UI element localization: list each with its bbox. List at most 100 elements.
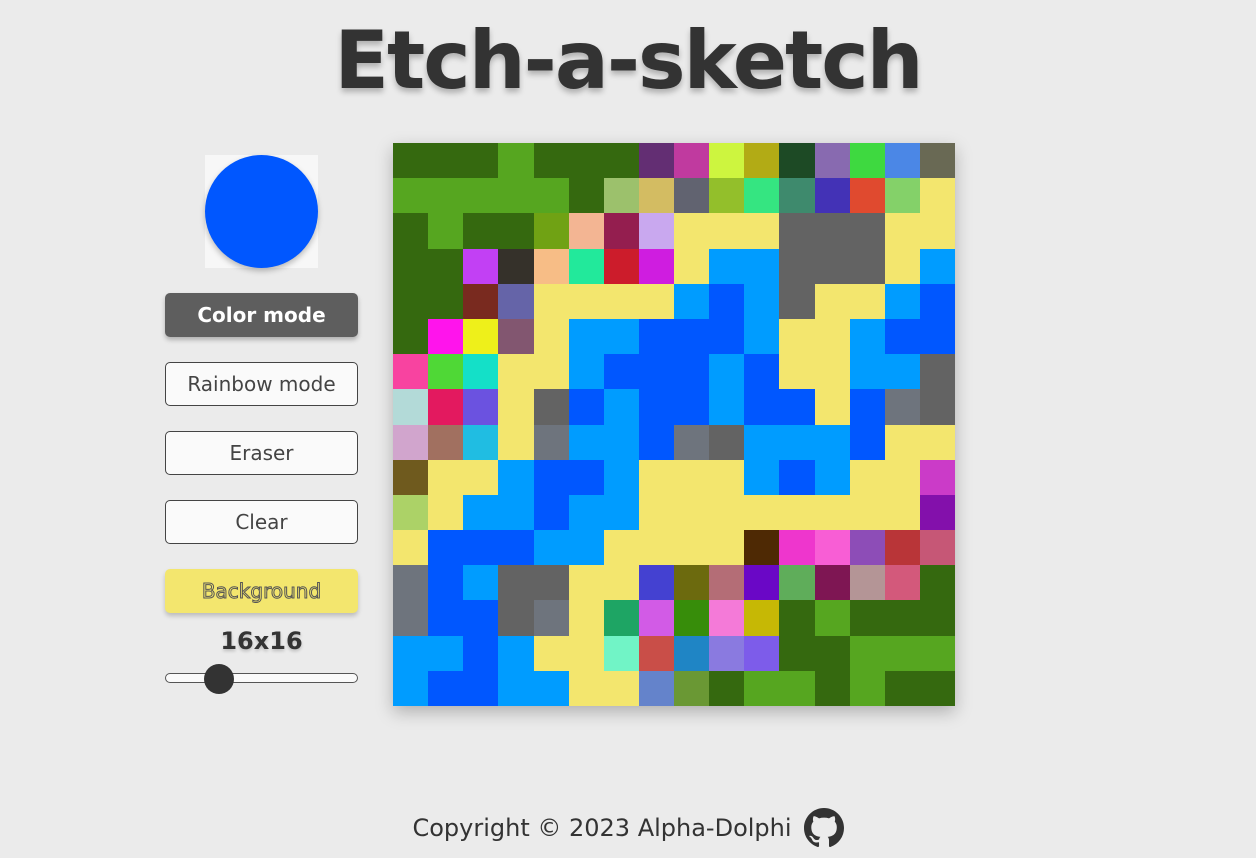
grid-cell[interactable] <box>709 213 745 249</box>
grid-cell[interactable] <box>744 600 780 636</box>
grid-cell[interactable] <box>709 178 745 214</box>
grid-cell[interactable] <box>814 248 850 284</box>
grid-cell[interactable] <box>463 494 499 531</box>
grid-cell[interactable] <box>463 318 499 355</box>
grid-cell[interactable] <box>849 213 885 249</box>
grid-cell[interactable] <box>603 213 639 249</box>
grid-cell[interactable] <box>393 565 429 601</box>
grid-cell[interactable] <box>849 354 885 390</box>
grid-cell[interactable] <box>463 600 499 636</box>
grid-cell[interactable] <box>498 389 534 425</box>
grid-cell[interactable] <box>709 565 745 601</box>
grid-cell[interactable] <box>533 670 569 706</box>
grid-cell[interactable] <box>849 318 885 355</box>
grid-cell[interactable] <box>884 178 920 214</box>
grid-cell[interactable] <box>603 670 639 706</box>
grid-cell[interactable] <box>393 600 429 636</box>
grid-cell[interactable] <box>638 424 674 460</box>
grid-cell[interactable] <box>638 389 674 425</box>
grid-cell[interactable] <box>919 213 955 249</box>
grid-cell[interactable] <box>463 178 499 214</box>
grid-cell[interactable] <box>674 318 710 355</box>
grid-cell[interactable] <box>638 459 674 495</box>
grid-cell[interactable] <box>919 143 955 179</box>
grid-cell[interactable] <box>674 565 710 601</box>
grid-cell[interactable] <box>849 424 885 460</box>
grid-cell[interactable] <box>533 389 569 425</box>
grid-cell[interactable] <box>603 354 639 390</box>
grid-cell[interactable] <box>779 389 815 425</box>
grid-cell[interactable] <box>568 670 604 706</box>
grid-cell[interactable] <box>674 389 710 425</box>
grid-cell[interactable] <box>498 318 534 355</box>
grid-cell[interactable] <box>638 318 674 355</box>
grid-cell[interactable] <box>533 600 569 636</box>
grid-cell[interactable] <box>919 494 955 531</box>
rainbow-mode-button[interactable]: Rainbow mode <box>165 362 358 406</box>
grid-cell[interactable] <box>814 424 850 460</box>
grid-cell[interactable] <box>603 600 639 636</box>
grid-cell[interactable] <box>744 143 780 179</box>
slider-track[interactable] <box>165 673 358 683</box>
grid-cell[interactable] <box>849 670 885 706</box>
grid-cell[interactable] <box>884 318 920 355</box>
grid-cell[interactable] <box>603 530 639 566</box>
color-mode-button[interactable]: Color mode <box>165 293 358 337</box>
grid-cell[interactable] <box>498 670 534 706</box>
grid-cell[interactable] <box>428 530 464 566</box>
grid-cell[interactable] <box>393 143 429 179</box>
slider-thumb[interactable] <box>203 664 234 694</box>
grid-cell[interactable] <box>779 565 815 601</box>
grid-cell[interactable] <box>919 354 955 390</box>
grid-cell[interactable] <box>709 530 745 566</box>
grid-cell[interactable] <box>674 459 710 495</box>
grid-cell[interactable] <box>884 143 920 179</box>
grid-cell[interactable] <box>919 635 955 671</box>
grid-cell[interactable] <box>884 459 920 495</box>
grid-cell[interactable] <box>638 635 674 671</box>
grid-cell[interactable] <box>393 389 429 425</box>
grid-cell[interactable] <box>744 178 780 214</box>
grid-cell[interactable] <box>428 248 464 284</box>
grid-cell[interactable] <box>393 494 429 531</box>
grid-cell[interactable] <box>463 283 499 319</box>
grid-cell[interactable] <box>428 354 464 390</box>
grid-cell[interactable] <box>779 178 815 214</box>
grid-cell[interactable] <box>393 459 429 495</box>
grid-cell[interactable] <box>498 178 534 214</box>
color-picker[interactable] <box>205 155 318 268</box>
grid-cell[interactable] <box>533 283 569 319</box>
grid-cell[interactable] <box>709 248 745 284</box>
grid-cell[interactable] <box>674 670 710 706</box>
grid-cell[interactable] <box>814 494 850 531</box>
grid-cell[interactable] <box>393 424 429 460</box>
grid-cell[interactable] <box>814 389 850 425</box>
grid-cell[interactable] <box>568 354 604 390</box>
grid-cell[interactable] <box>814 600 850 636</box>
grid-cell[interactable] <box>814 354 850 390</box>
grid-cell[interactable] <box>849 565 885 601</box>
grid-cell[interactable] <box>849 600 885 636</box>
grid-cell[interactable] <box>919 178 955 214</box>
grid-cell[interactable] <box>428 143 464 179</box>
grid-cell[interactable] <box>533 565 569 601</box>
grid-cell[interactable] <box>779 600 815 636</box>
grid-cell[interactable] <box>814 178 850 214</box>
grid-cell[interactable] <box>498 530 534 566</box>
grid-cell[interactable] <box>744 213 780 249</box>
grid-cell[interactable] <box>779 635 815 671</box>
grid-cell[interactable] <box>744 459 780 495</box>
sketch-board[interactable] <box>393 143 955 706</box>
github-icon[interactable] <box>803 808 844 848</box>
grid-cell[interactable] <box>884 494 920 531</box>
grid-cell[interactable] <box>744 248 780 284</box>
grid-cell[interactable] <box>533 354 569 390</box>
grid-cell[interactable] <box>638 143 674 179</box>
grid-cell[interactable] <box>638 213 674 249</box>
grid-cell[interactable] <box>674 354 710 390</box>
grid-cell[interactable] <box>463 459 499 495</box>
grid-cell[interactable] <box>638 565 674 601</box>
grid-cell[interactable] <box>393 283 429 319</box>
grid-cell[interactable] <box>638 600 674 636</box>
grid-cell[interactable] <box>884 389 920 425</box>
